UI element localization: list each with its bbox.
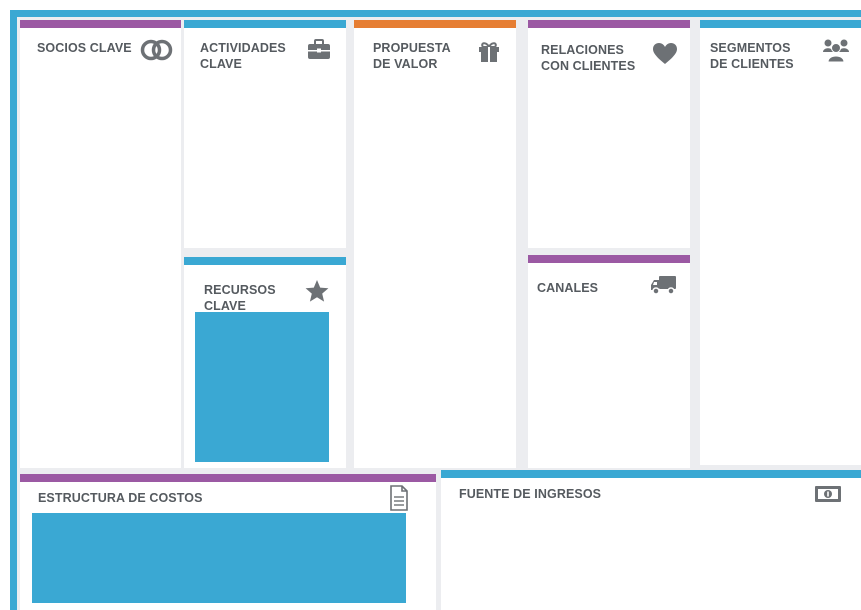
key-activities-block[interactable]: ACTIVIDADES CLAVE: [184, 20, 346, 248]
channels-title: CANALES: [537, 281, 599, 295]
revenue-streams-title: FUENTE DE INGRESOS: [459, 487, 602, 501]
document-icon: [390, 485, 408, 511]
cost-structure-block[interactable]: ESTRUCTURA DE COSTOS: [20, 474, 436, 610]
customer-segments-block[interactable]: SEGMENTOS DE CLIENTES: [700, 20, 861, 465]
customer-segments-title: SEGMENTOS DE CLIENTES: [710, 41, 794, 71]
channels-color-bar: [528, 255, 690, 263]
revenue-streams-color-bar: [441, 470, 861, 478]
truck-icon: [651, 276, 676, 295]
key-activities-color-bar: [184, 20, 346, 28]
key-resources-filled-area: [195, 312, 329, 462]
customer-relationships-title: RELACIONES CON CLIENTES: [541, 43, 636, 73]
briefcase-icon: [308, 39, 330, 59]
key-activities-title: ACTIVIDADES CLAVE: [200, 41, 286, 71]
key-resources-block[interactable]: RECURSOS CLAVE: [184, 257, 346, 468]
customer-relationships-color-bar: [528, 20, 690, 28]
gift-icon: [479, 42, 499, 62]
users-icon: [823, 39, 849, 63]
revenue-streams-block[interactable]: FUENTE DE INGRESOS: [441, 470, 861, 610]
key-partners-block[interactable]: SOCIOS CLAVE: [20, 20, 181, 468]
value-proposition-title: PROPUESTA DE VALOR: [373, 41, 451, 71]
key-partners-title: SOCIOS CLAVE: [37, 41, 132, 55]
value-proposition-color-bar: [354, 20, 516, 28]
heart-icon: [653, 43, 677, 64]
customer-relationships-block[interactable]: RELACIONES CON CLIENTES: [528, 20, 690, 248]
key-partners-color-bar: [20, 20, 181, 28]
customer-segments-color-bar: [700, 20, 861, 28]
key-resources-color-bar: [184, 257, 346, 265]
channels-block[interactable]: CANALES: [528, 255, 690, 468]
cost-structure-color-bar: [20, 474, 436, 482]
star-icon: [305, 280, 329, 302]
value-proposition-block[interactable]: PROPUESTA DE VALOR: [354, 20, 516, 468]
key-resources-title: RECURSOS CLAVE: [204, 283, 276, 313]
money-icon: [815, 486, 841, 502]
rings-icon: [140, 39, 173, 61]
cost-structure-title: ESTRUCTURA DE COSTOS: [38, 491, 203, 505]
cost-structure-filled-area: [32, 513, 406, 603]
